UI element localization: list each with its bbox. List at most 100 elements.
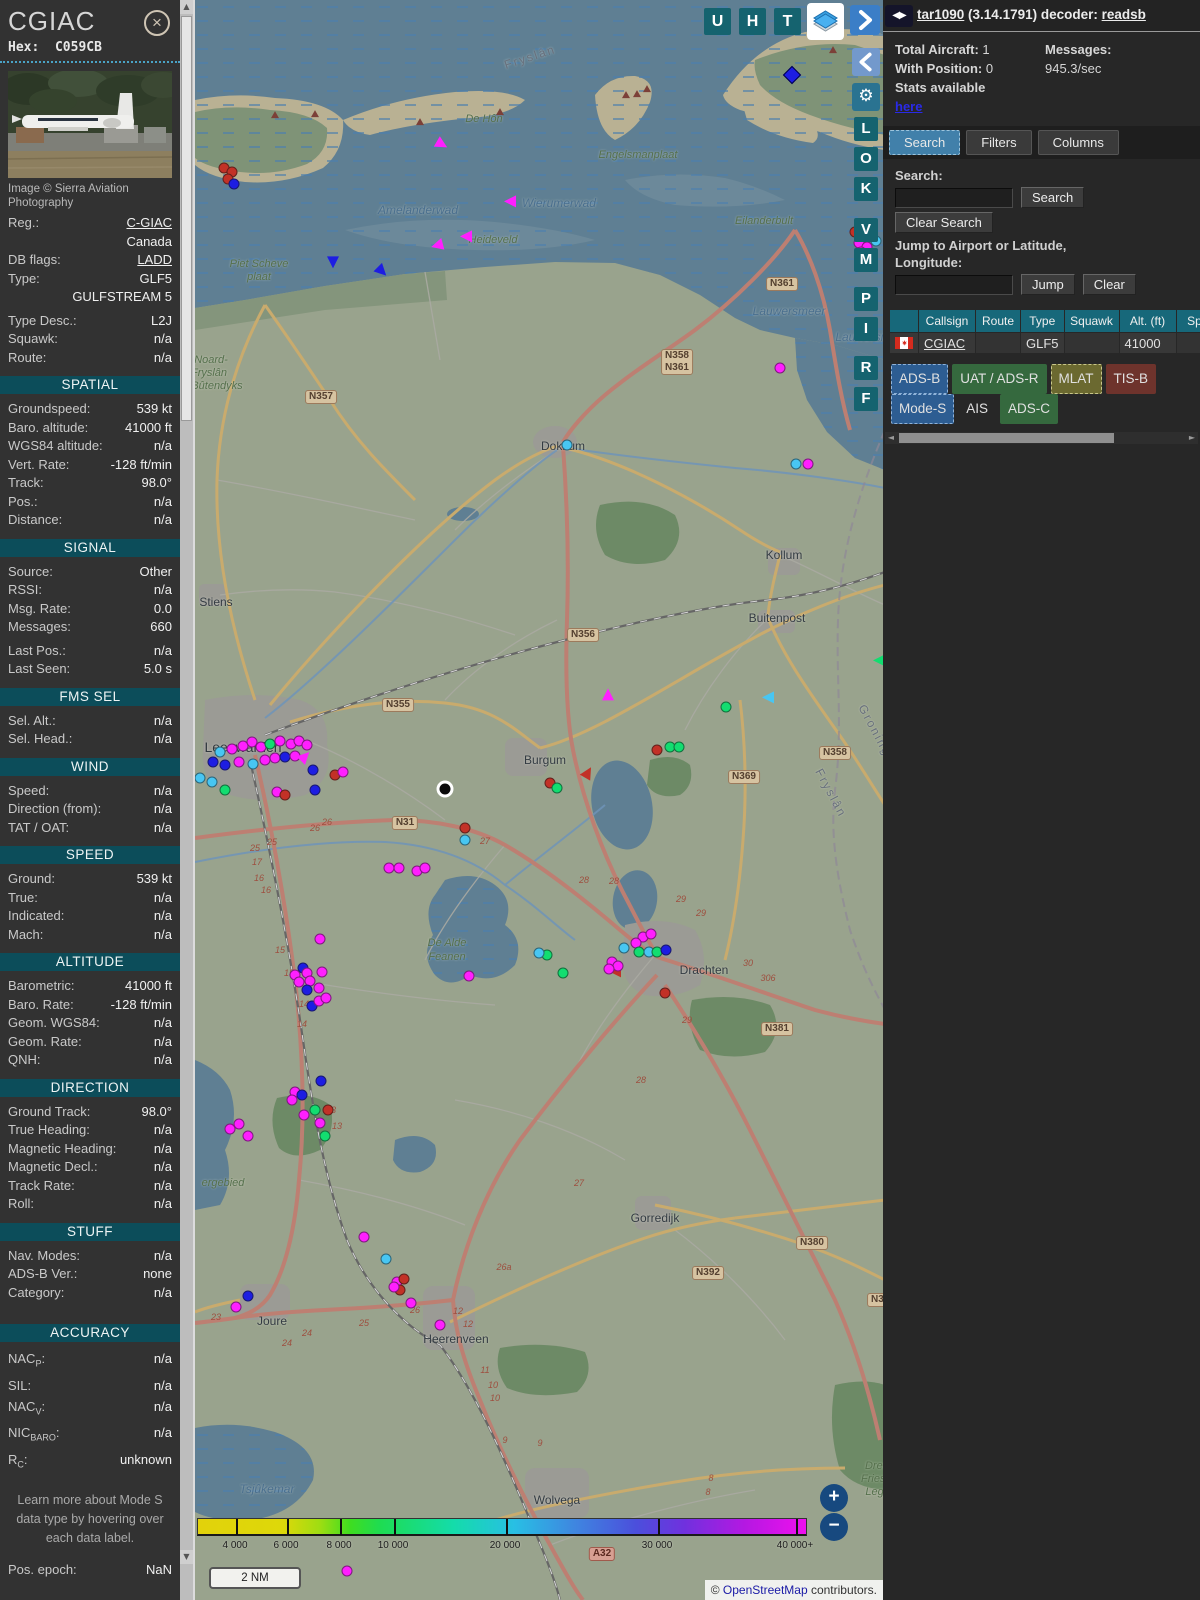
aircraft-marker[interactable] [219, 759, 231, 771]
detail-value-link[interactable]: C-GIAC [127, 214, 173, 233]
aircraft-marker[interactable] [405, 1297, 417, 1309]
aircraft-marker[interactable] [242, 1290, 254, 1302]
aircraft-marker[interactable] [322, 1104, 334, 1116]
map-button-i[interactable]: I [854, 317, 878, 341]
aircraft-marker[interactable] [603, 963, 615, 975]
sidebar-scrollbar[interactable]: ▲ ▼ [180, 0, 193, 1600]
table-cell-callsign[interactable]: CGIAC [924, 336, 965, 351]
aircraft-marker[interactable] [313, 982, 325, 994]
aircraft-marker[interactable] [233, 1118, 245, 1130]
badge-mlat[interactable]: MLAT [1050, 364, 1102, 394]
aircraft-marker[interactable] [645, 928, 657, 940]
collapse-left-icon[interactable] [852, 48, 880, 76]
jump-button[interactable]: Jump [1021, 274, 1075, 295]
badge-tis-b[interactable]: TIS-B [1105, 364, 1157, 394]
aircraft-marker[interactable] [327, 256, 339, 269]
aircraft-photo[interactable] [2, 69, 180, 178]
aircraft-marker[interactable] [309, 784, 321, 796]
zoom-out-button[interactable]: − [820, 1513, 848, 1541]
tab-search[interactable]: Search [889, 130, 961, 155]
aircraft-marker[interactable] [298, 1109, 310, 1121]
aircraft-marker[interactable] [673, 741, 685, 753]
map-button-h[interactable]: H [739, 8, 766, 35]
scroll-right-icon[interactable]: ► [1186, 432, 1198, 444]
aircraft-marker[interactable] [398, 1273, 410, 1285]
aircraft-marker[interactable] [720, 701, 732, 713]
aircraft-marker[interactable] [320, 992, 332, 1004]
table-horizontal-scrollbar[interactable]: ◄ ► [885, 432, 1198, 444]
aircraft-marker[interactable] [434, 1319, 446, 1331]
map-button-k[interactable]: K [854, 177, 878, 201]
aircraft-marker[interactable] [207, 756, 219, 768]
aircraft-marker[interactable] [419, 862, 431, 874]
detail-value-link[interactable]: LADD [137, 251, 172, 270]
aircraft-marker[interactable] [301, 984, 313, 996]
column-header[interactable]: Route [976, 310, 1020, 332]
map-button-t[interactable]: T [774, 8, 801, 35]
aircraft-marker[interactable] [602, 688, 614, 701]
aircraft-marker[interactable] [459, 822, 471, 834]
stats-here-link[interactable]: here [895, 99, 922, 114]
aircraft-marker[interactable] [307, 764, 319, 776]
badge-ais[interactable]: AIS [958, 394, 996, 424]
aircraft-marker[interactable] [618, 942, 630, 954]
aircraft-marker[interactable] [219, 784, 231, 796]
tar1090-link[interactable]: tar1090 [917, 7, 964, 22]
aircraft-marker[interactable] [459, 834, 471, 846]
layers-icon[interactable] [807, 3, 844, 40]
clear-button[interactable]: Clear [1082, 274, 1136, 295]
map-button-f[interactable]: F [854, 387, 878, 411]
jump-input[interactable] [895, 274, 1013, 295]
aircraft-marker[interactable] [504, 195, 516, 208]
panel-toggle-icon[interactable]: ◀▶ [885, 5, 913, 27]
aircraft-marker[interactable] [233, 756, 245, 768]
aircraft-marker[interactable] [296, 1089, 308, 1101]
aircraft-marker[interactable] [651, 744, 663, 756]
aircraft-marker[interactable] [316, 966, 328, 978]
map-button-o[interactable]: O [854, 147, 878, 171]
scrollbar-thumb[interactable] [181, 16, 192, 421]
aircraft-marker[interactable] [274, 735, 286, 747]
close-icon[interactable]: × [144, 10, 170, 36]
osm-link[interactable]: OpenStreetMap [723, 1583, 808, 1597]
map-button-m[interactable]: M [854, 248, 878, 272]
aircraft-marker[interactable] [551, 782, 563, 794]
badge-mode-s[interactable]: Mode-S [891, 394, 955, 424]
aircraft-marker[interactable] [226, 743, 238, 755]
aircraft-marker[interactable] [337, 766, 349, 778]
scroll-down-icon[interactable]: ▼ [180, 1550, 193, 1564]
aircraft-marker[interactable] [790, 458, 802, 470]
gear-icon[interactable]: ⚙ [852, 83, 880, 111]
aircraft-marker[interactable] [206, 776, 218, 788]
map-button-p[interactable]: P [854, 287, 878, 311]
tab-columns[interactable]: Columns [1037, 130, 1119, 155]
aircraft-marker[interactable] [561, 439, 573, 451]
aircraft-marker[interactable] [315, 1075, 327, 1087]
map-button-r[interactable]: R [854, 356, 878, 380]
column-header[interactable]: Callsign [919, 310, 975, 332]
aircraft-marker[interactable] [195, 772, 206, 784]
aircraft-marker[interactable] [286, 1094, 298, 1106]
aircraft-marker[interactable] [380, 1253, 392, 1265]
search-button[interactable]: Search [1021, 187, 1085, 208]
aircraft-marker[interactable] [247, 758, 259, 770]
map-button-v[interactable]: V [854, 218, 878, 242]
map-button-u[interactable]: U [704, 8, 731, 35]
collapse-right-icon[interactable] [850, 5, 880, 35]
aircraft-marker[interactable] [309, 1104, 321, 1116]
badge-ads-c[interactable]: ADS-C [1000, 394, 1059, 424]
aircraft-marker[interactable] [341, 1565, 353, 1577]
column-header[interactable]: Spd. [1176, 310, 1200, 332]
aircraft-marker[interactable] [393, 862, 405, 874]
column-header[interactable]: Type [1021, 310, 1064, 332]
aircraft-marker[interactable] [460, 230, 472, 243]
aircraft-marker[interactable] [314, 1117, 326, 1129]
aircraft-marker[interactable] [358, 1231, 370, 1243]
aircraft-marker[interactable] [314, 933, 326, 945]
readsb-link[interactable]: readsb [1102, 7, 1146, 22]
map-button-l[interactable]: L [854, 117, 878, 141]
aircraft-marker[interactable] [214, 746, 226, 758]
column-header[interactable]: Squawk [1064, 310, 1119, 332]
aircraft-marker[interactable] [762, 691, 774, 704]
aircraft-marker[interactable] [319, 1130, 331, 1142]
